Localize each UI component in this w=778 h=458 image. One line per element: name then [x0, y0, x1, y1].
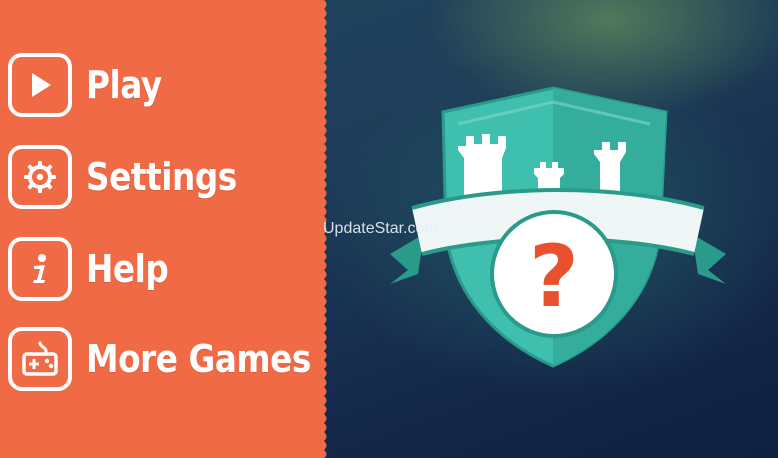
settings-label: Settings — [86, 155, 237, 199]
gamepad-icon — [22, 341, 58, 376]
castle-shield-icon: ? — [390, 86, 726, 368]
settings-icon-box — [8, 145, 72, 209]
info-icon — [33, 254, 46, 283]
more-games-button[interactable]: More Games — [8, 324, 347, 394]
watermark-text: UpdateStar.com — [323, 220, 438, 237]
play-button[interactable]: Play — [8, 50, 174, 120]
game-screen: Play Settings Help More Games ? UpdateSt… — [0, 0, 778, 458]
gear-icon — [24, 161, 56, 193]
play-icon — [32, 73, 51, 97]
help-icon-box — [8, 237, 72, 301]
more-games-icon-box — [8, 327, 72, 391]
help-button[interactable]: Help — [8, 234, 182, 304]
help-label: Help — [86, 247, 169, 291]
main-menu-panel: Play Settings Help More Games — [0, 0, 336, 458]
question-mark-symbol: ? — [529, 227, 579, 327]
more-games-label: More Games — [86, 337, 311, 381]
play-label: Play — [86, 63, 162, 107]
settings-button[interactable]: Settings — [8, 142, 261, 212]
play-icon-box — [8, 53, 72, 117]
